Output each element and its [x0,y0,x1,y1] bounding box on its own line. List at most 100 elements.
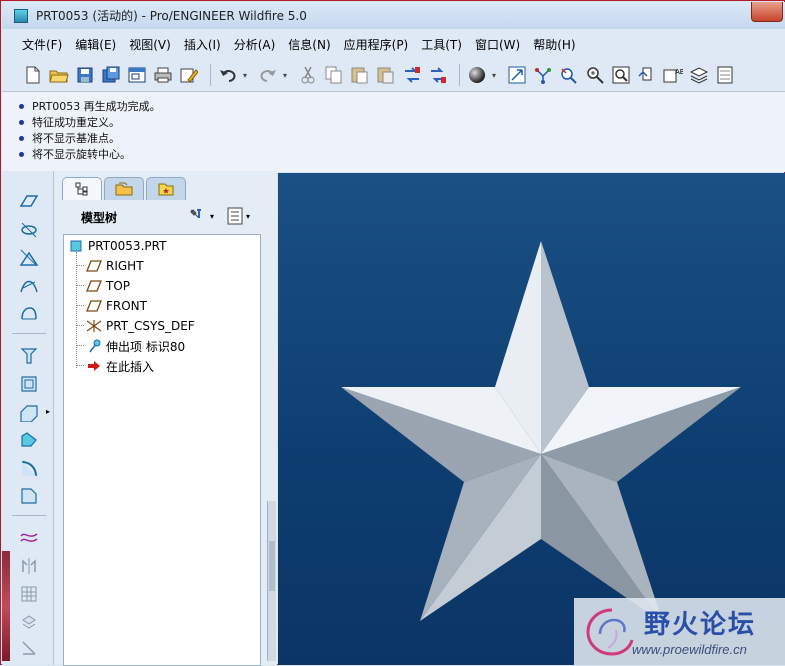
close-button[interactable] [751,2,783,22]
expand-arrow-icon[interactable]: ▸ [46,407,50,416]
datum-plane-tool-icon[interactable] [18,191,40,213]
open-folder-icon[interactable] [48,64,70,86]
svg-text:AB: AB [675,68,683,76]
watermark-url: www.proewildfire.cn [632,642,747,657]
shading-dropdown-icon[interactable]: ▾ [492,71,500,80]
tab-favorites[interactable] [146,177,186,200]
part-icon [68,239,84,253]
message-line: 将不显示基准点。 [19,130,120,146]
main-toolbar: ▾ ▾ ▾ AB [2,59,785,91]
new-file-icon[interactable] [22,64,44,86]
menu-file[interactable]: 文件(F) [22,36,62,53]
message-area: PRT0053 再生成功完成。 特征成功重定义。 将不显示基准点。 将不显示旋转… [2,91,785,172]
menu-view[interactable]: 视图(V) [129,36,171,53]
tree-root-node[interactable]: PRT0053.PRT [68,237,166,255]
style-tool-icon[interactable] [18,527,40,549]
sketch-tool-icon[interactable] [18,303,40,325]
tree-node-label: PRT_CSYS_DEF [106,319,195,333]
undo-icon[interactable] [217,64,239,86]
mirror-tool-icon[interactable] [18,555,40,577]
paste-icon[interactable] [349,64,371,86]
tree-node-right[interactable]: RIGHT [86,257,144,275]
revolve-tool-icon[interactable] [18,373,40,395]
tree-connector [76,252,78,368]
title-bar: PRT0053 (活动的) - Pro/ENGINEER Wildfire 5.… [2,2,785,29]
hole-tool-icon[interactable] [18,429,40,451]
tree-node-label: RIGHT [106,259,144,273]
trim-tool-icon[interactable] [18,637,40,659]
sweep-tool-icon[interactable] [18,401,40,423]
menu-help[interactable]: 帮助(H) [533,36,575,53]
toolbar-separator [12,515,46,516]
window-icon[interactable] [126,64,148,86]
tree-node-insert-here[interactable]: 在此插入 [86,357,154,375]
tree-node-csys[interactable]: PRT_CSYS_DEF [86,317,195,335]
star-model [341,241,741,623]
paste-special-icon[interactable] [375,64,397,86]
save-copy-icon[interactable] [100,64,122,86]
regenerate-icon[interactable] [401,64,423,86]
round-tool-icon[interactable] [18,457,40,479]
copy-icon[interactable] [323,64,345,86]
tree-node-label: 在此插入 [106,359,155,374]
datum-plane-icon [86,279,102,293]
message-text: PRT0053 再生成功完成。 [32,100,161,113]
menu-insert[interactable]: 插入(I) [184,36,221,53]
print-icon[interactable] [152,64,174,86]
settings-tools-icon[interactable]: ▾ [188,207,214,225]
orient-icon[interactable] [506,64,528,86]
spin-center-icon[interactable] [532,64,554,86]
menu-window[interactable]: 窗口(W) [475,36,520,53]
merge-tool-icon[interactable] [18,611,40,633]
graphics-window[interactable]: 野火论坛 www.proewildfire.cn [278,173,785,665]
message-line: PRT0053 再生成功完成。 [19,98,161,114]
pattern-tool-icon[interactable] [18,583,40,605]
shading-sphere-icon[interactable] [466,64,488,86]
datum-display-icon[interactable]: AB [662,64,684,86]
menu-edit[interactable]: 编辑(E) [75,36,116,53]
coordinate-system-icon [86,319,102,333]
undo-dropdown-icon[interactable]: ▾ [243,71,251,80]
show-list-icon[interactable]: ▾ [226,207,250,225]
message-bullet-icon [19,119,24,125]
insert-here-arrow-icon [86,359,102,373]
redo-icon[interactable] [257,64,279,86]
layers-icon[interactable] [688,64,710,86]
tree-node-front[interactable]: FRONT [86,297,147,315]
tree-node-top[interactable]: TOP [86,277,130,295]
message-bullet-icon [19,103,24,109]
menu-tools[interactable]: 工具(T) [421,36,462,53]
tree-connector [76,305,84,307]
tab-model-tree[interactable] [62,177,102,200]
message-line: 将不显示旋转中心。 [19,146,131,162]
datum-curve-tool-icon[interactable] [18,247,40,269]
tree-connector [76,365,84,367]
tree-connector [76,325,84,327]
reorient-icon[interactable] [636,64,658,86]
model-display-icon[interactable] [714,64,736,86]
regenerate-manager-icon[interactable] [427,64,449,86]
window-title: PRT0053 (活动的) - Pro/ENGINEER Wildfire 5.… [36,9,307,23]
menu-analysis[interactable]: 分析(A) [234,36,276,53]
save-icon[interactable] [74,64,96,86]
zoom-window-icon[interactable] [610,64,632,86]
menu-applications[interactable]: 应用程序(P) [344,36,409,53]
tree-node-protrusion[interactable]: 伸出项 标识80 [86,337,185,355]
datum-point-tool-icon[interactable] [18,275,40,297]
menu-info[interactable]: 信息(N) [288,36,330,53]
cut-icon[interactable] [297,64,319,86]
redo-dropdown-icon[interactable]: ▾ [283,71,291,80]
tree-connector [76,265,84,267]
extrude-tool-icon[interactable] [18,345,40,367]
message-text: 将不显示旋转中心。 [32,148,131,161]
panel-sash-grip[interactable] [269,541,275,591]
tree-root-label: PRT0053.PRT [88,239,167,253]
zoom-in-icon[interactable] [584,64,606,86]
datum-plane-icon [86,259,102,273]
tab-folder-browser[interactable] [104,177,144,200]
datum-axis-tool-icon[interactable] [18,219,40,241]
email-icon[interactable] [178,64,200,86]
find-icon[interactable] [558,64,580,86]
panel-sash[interactable] [267,501,276,661]
chamfer-tool-icon[interactable] [18,485,40,507]
